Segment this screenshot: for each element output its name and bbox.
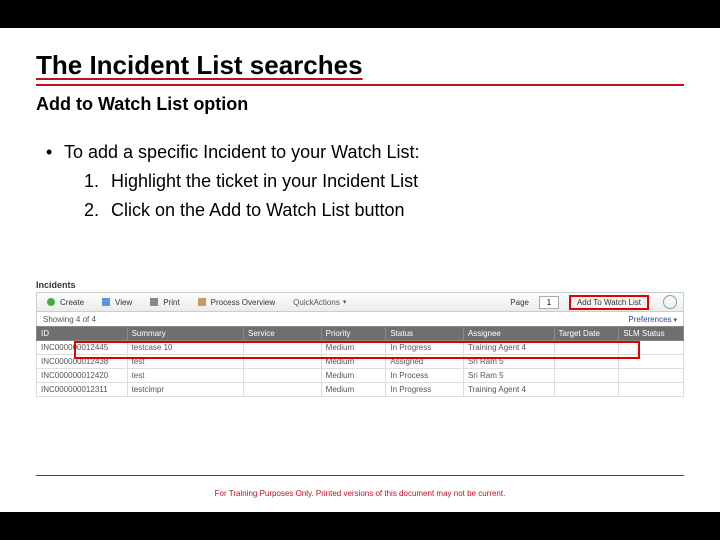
cell-id: INC000000012311 [37,383,128,397]
table-header-row: ID Summary Service Priority Status Assig… [37,327,684,341]
people-icon [198,298,206,306]
cell-priority: Medium [321,341,386,355]
add-to-watch-list-button[interactable]: Add To Watch List [569,295,649,310]
cell-service [244,355,322,369]
cell-service [244,369,322,383]
toolbar: Create View Print Process Overview Quick… [36,292,684,312]
print-label: Print [163,298,179,307]
info-bar: Showing 4 of 4 Preferences [36,312,684,326]
col-id[interactable]: ID [37,327,128,341]
cell-id: INC000000012438 [37,355,128,369]
cell-assignee: Training Agent 4 [463,341,554,355]
cell-target [554,383,619,397]
step-2-number: 2. [84,196,106,225]
incident-table: ID Summary Service Priority Status Assig… [36,326,684,397]
cell-priority: Medium [321,369,386,383]
page-title: The Incident List searches [36,50,363,81]
plus-icon [47,298,55,306]
cell-summary: testcimpr [127,383,243,397]
slide: The Incident List searches Add to Watch … [0,28,720,512]
cell-status: Assigned [386,355,464,369]
step-1: 1. Highlight the ticket in your Incident… [46,167,660,196]
col-assignee[interactable]: Assignee [463,327,554,341]
title-rule [36,84,684,86]
col-service[interactable]: Service [244,327,322,341]
footer-text: For Training Purposes Only. Printed vers… [0,489,720,498]
cell-target [554,341,619,355]
cell-target [554,355,619,369]
cell-priority: Medium [321,355,386,369]
page-subtitle: Add to Watch List option [36,94,248,115]
cell-slm [619,369,684,383]
cell-summary: test [127,355,243,369]
col-slm[interactable]: SLM Status [619,327,684,341]
page-input[interactable] [539,296,559,309]
view-label: View [115,298,132,307]
page-label: Page [510,298,529,307]
create-label: Create [60,298,84,307]
cell-target [554,369,619,383]
step-1-text: Highlight the ticket in your Incident Li… [111,171,418,191]
col-priority[interactable]: Priority [321,327,386,341]
cell-assignee: Sri Ram 5 [463,355,554,369]
cell-priority: Medium [321,383,386,397]
table-row[interactable]: INC000000012445 testcase 10 Medium In Pr… [37,341,684,355]
print-button[interactable]: Print [146,297,183,308]
col-summary[interactable]: Summary [127,327,243,341]
footer-rule [36,475,684,476]
incident-list-screenshot: Incidents Create View Print Process Over… [36,280,684,410]
step-1-number: 1. [84,167,106,196]
table-row[interactable]: INC000000012438 test Medium Assigned Sri… [37,355,684,369]
quick-actions-dropdown[interactable]: QuickActions [289,297,350,308]
process-overview-button[interactable]: Process Overview [194,297,279,308]
eye-icon [102,298,110,306]
quick-actions-label: QuickActions [293,298,340,307]
table-row[interactable]: INC000000012311 testcimpr Medium In Prog… [37,383,684,397]
cell-service [244,383,322,397]
cell-status: In Progress [386,383,464,397]
preferences-dropdown[interactable]: Preferences [628,315,677,324]
cell-summary: test [127,369,243,383]
cell-service [244,341,322,355]
cell-assignee: Sri Ram 5 [463,369,554,383]
view-button[interactable]: View [98,297,136,308]
preferences-label: Preferences [628,315,671,324]
cell-slm [619,341,684,355]
section-label: Incidents [36,280,684,290]
col-target[interactable]: Target Date [554,327,619,341]
cell-status: In Progress [386,341,464,355]
step-2-text: Click on the Add to Watch List button [111,200,405,220]
step-2: 2. Click on the Add to Watch List button [46,196,660,225]
create-button[interactable]: Create [43,297,88,308]
refresh-icon[interactable] [663,295,677,309]
cell-id: INC000000012420 [37,369,128,383]
cell-summary: testcase 10 [127,341,243,355]
cell-id: INC000000012445 [37,341,128,355]
showing-count: Showing 4 of 4 [43,315,96,324]
table-row[interactable]: INC000000012420 test Medium In Process S… [37,369,684,383]
col-status[interactable]: Status [386,327,464,341]
cell-slm [619,355,684,369]
process-label: Process Overview [211,298,275,307]
cell-assignee: Training Agent 4 [463,383,554,397]
body-text: To add a specific Incident to your Watch… [46,138,660,224]
grid-wrap: ID Summary Service Priority Status Assig… [36,326,684,397]
bullet-intro: To add a specific Incident to your Watch… [46,138,660,167]
cell-slm [619,383,684,397]
cell-status: In Process [386,369,464,383]
print-icon [150,298,158,306]
